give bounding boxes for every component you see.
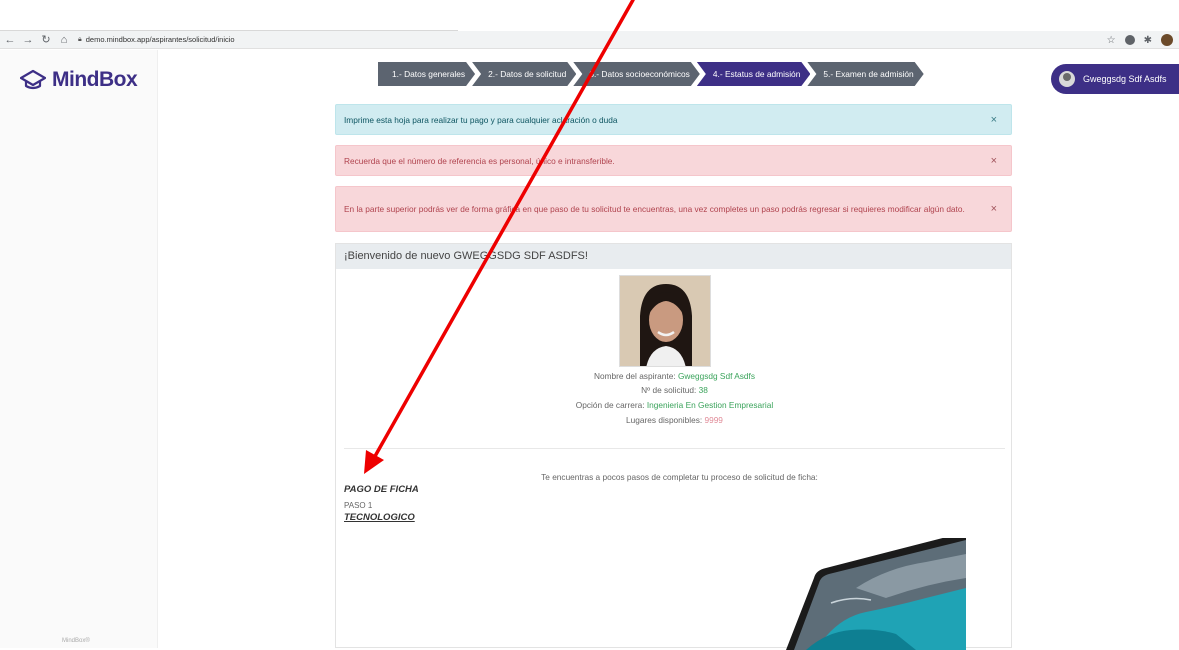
browser-profile-icon[interactable]: [1161, 34, 1173, 46]
alert-reference: Recuerda que el número de referencia es …: [335, 145, 1012, 176]
close-icon[interactable]: ×: [991, 113, 997, 127]
bookmark-star-icon[interactable]: ☆: [1107, 35, 1116, 46]
applicant-photo: [619, 275, 711, 367]
home-icon[interactable]: ⌂: [56, 34, 72, 46]
lock-icon: 🔒︎: [78, 35, 82, 43]
places-value: 9999: [704, 415, 723, 425]
url-field[interactable]: 🔒︎ demo.mindbox.app/aspirantes/solicitud…: [78, 35, 235, 44]
forward-arrow-icon[interactable]: →: [20, 34, 36, 46]
request-number-line: Nº de solicitud: 38: [336, 385, 1013, 395]
ficha-step: PASO 1: [344, 501, 373, 510]
applicant-value: Gweggsdg Sdf Asdfs: [677, 371, 755, 381]
sidebar-footer: MindBox®: [62, 638, 90, 644]
welcome-header: ¡Bienvenido de nuevo GWEGGSDG SDF ASDFS!: [336, 244, 1011, 269]
extensions-puzzle-icon[interactable]: ✱: [1144, 35, 1152, 46]
back-arrow-icon[interactable]: ←: [2, 34, 18, 46]
user-avatar-icon: [1059, 71, 1075, 87]
places-line: Lugares disponibles: 9999: [336, 415, 1013, 425]
alert-info: Imprime esta hoja para realizar tu pago …: [335, 104, 1012, 135]
step-datos-socioeconomicos[interactable]: 3.- Datos socioeconómicos: [573, 62, 700, 86]
reload-icon[interactable]: ↻: [38, 33, 54, 46]
alert-progress-text: En la parte superior podrás ver de forma…: [344, 204, 965, 214]
brand-name: MindBox: [52, 68, 138, 91]
user-name: Gweggsdg Sdf Asdfs: [1083, 74, 1167, 84]
applicant-portrait-image: [620, 276, 710, 366]
career-label: Opción de carrera:: [575, 400, 645, 410]
close-icon[interactable]: ×: [991, 202, 997, 216]
browser-tab[interactable]: [0, 0, 458, 31]
user-menu-button[interactable]: Gweggsdg Sdf Asdfs: [1051, 64, 1179, 94]
steps-message: Te encuentras a pocos pasos de completar…: [541, 472, 818, 482]
step-datos-generales[interactable]: 1.- Datos generales: [378, 62, 475, 86]
step-examen-admision[interactable]: 5.- Examen de admisión: [807, 62, 923, 86]
applicant-name-line: Nombre del aspirante: Gweggsdg Sdf Asdfs: [336, 371, 1013, 381]
places-label: Lugares disponibles:: [626, 415, 703, 425]
career-value: Ingenieria En Gestion Empresarial: [646, 400, 774, 410]
admission-steps: 1.- Datos generales 2.- Datos de solicit…: [378, 62, 921, 86]
career-line: Opción de carrera: Ingenieria En Gestion…: [336, 400, 1013, 410]
request-value: 38: [698, 385, 708, 395]
step-estatus-admision[interactable]: 4.- Estatus de admisión: [697, 62, 811, 86]
url-text: demo.mindbox.app/aspirantes/solicitud/in…: [85, 35, 235, 44]
browser-extensions: ☆ ✱: [1107, 31, 1173, 49]
applicant-label: Nombre del aspirante:: [594, 371, 676, 381]
alert-progress-hint: En la parte superior podrás ver de forma…: [335, 186, 1012, 232]
close-icon[interactable]: ×: [991, 154, 997, 168]
laptop-image: [786, 538, 966, 650]
sidebar: MindBox MindBox®: [0, 50, 158, 648]
graduation-cap-icon: [20, 69, 46, 90]
request-label: Nº de solicitud:: [641, 385, 697, 395]
ficha-title: PAGO DE FICHA: [344, 484, 419, 495]
browser-address-bar: ← → ↻ ⌂ 🔒︎ demo.mindbox.app/aspirantes/s…: [0, 31, 1179, 49]
mindbox-logo[interactable]: MindBox: [20, 68, 138, 92]
card-divider: [344, 448, 1005, 449]
step-datos-solicitud[interactable]: 2.- Datos de solicitud: [472, 62, 576, 86]
welcome-card: ¡Bienvenido de nuevo GWEGGSDG SDF ASDFS!…: [335, 243, 1013, 650]
alert-info-text: Imprime esta hoja para realizar tu pago …: [344, 114, 618, 125]
ficha-tecnologico: TECNOLOGICO: [344, 512, 415, 523]
extension-globe-icon[interactable]: [1124, 35, 1135, 45]
browser-tab-strip: [0, 0, 1179, 31]
alert-reference-text: Recuerda que el número de referencia es …: [344, 155, 615, 166]
